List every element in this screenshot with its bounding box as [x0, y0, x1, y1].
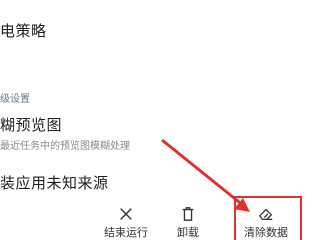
section-header-advanced: 级设置 [0, 94, 30, 105]
uninstall-label: 卸载 [177, 226, 199, 239]
settings-item-blur-preview[interactable]: 糊预览图 [0, 114, 62, 135]
settings-item-power-policy[interactable]: 电策略 [0, 20, 47, 41]
end-run-label: 结束运行 [104, 226, 148, 239]
uninstall-button[interactable]: 卸载 [158, 198, 218, 240]
close-icon [120, 208, 132, 220]
annotation-highlight-box [234, 196, 302, 240]
settings-item-blur-preview-subtitle: 最近任务中的预览图模糊处理 [0, 141, 130, 152]
end-run-button[interactable]: 结束运行 [96, 198, 156, 240]
trash-icon [182, 207, 194, 221]
settings-item-unknown-sources[interactable]: 装应用未知来源 [0, 172, 109, 193]
